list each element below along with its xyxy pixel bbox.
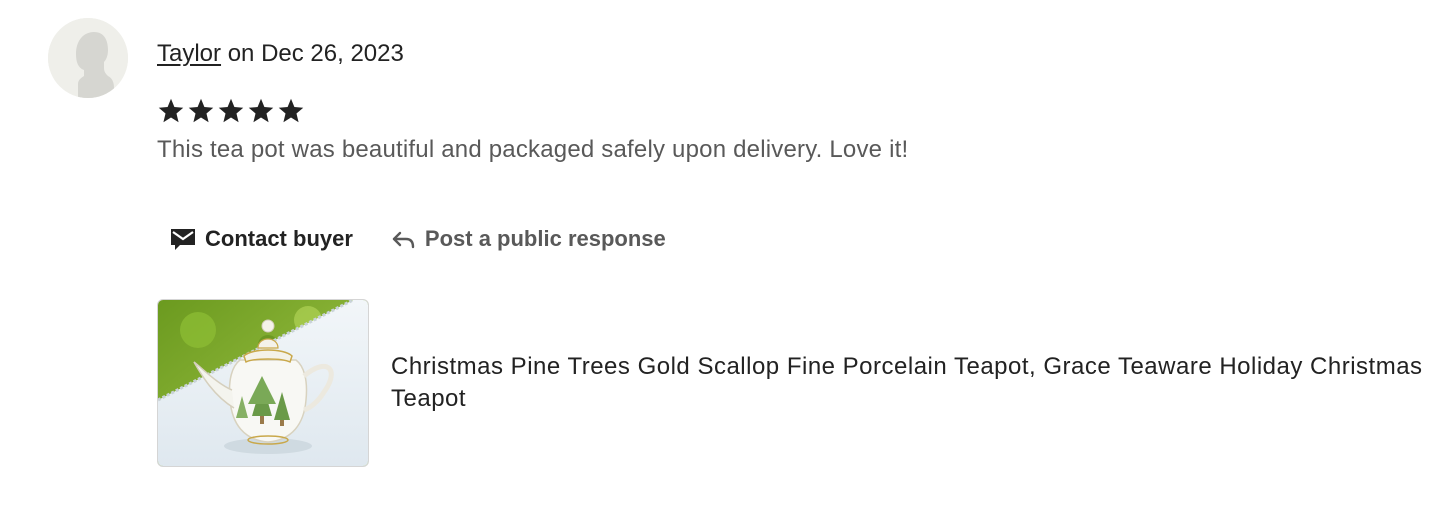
teapot-photo bbox=[158, 300, 368, 466]
contact-buyer-label: Contact buyer bbox=[205, 226, 353, 251]
review-actions: Contact buyer Post a public response bbox=[157, 218, 678, 260]
star-icon bbox=[188, 98, 214, 123]
avatar[interactable] bbox=[48, 18, 128, 98]
review-text: This tea pot was beautiful and packaged … bbox=[157, 136, 909, 163]
listing-thumbnail[interactable] bbox=[157, 299, 369, 467]
post-public-response-label: Post a public response bbox=[424, 226, 666, 251]
reply-arrow-icon bbox=[392, 231, 415, 249]
date-prefix: on bbox=[221, 40, 262, 67]
reviewer-name-link[interactable]: Taylor bbox=[157, 40, 221, 67]
star-icon bbox=[248, 98, 274, 123]
star-icon bbox=[278, 98, 304, 123]
star-rating bbox=[157, 96, 307, 126]
default-user-silhouette-icon bbox=[48, 18, 128, 98]
star-icon bbox=[218, 98, 244, 123]
listing-title-link[interactable]: Christmas Pine Trees Gold Scallop Fine P… bbox=[391, 351, 1431, 415]
contact-buyer-button[interactable]: Contact buyer bbox=[157, 218, 365, 260]
star-icon bbox=[158, 98, 184, 123]
review-date: Dec 26, 2023 bbox=[261, 40, 404, 67]
envelope-icon bbox=[171, 229, 195, 250]
post-public-response-button[interactable]: Post a public response bbox=[383, 218, 678, 260]
review-byline: Taylor on Dec 26, 2023 bbox=[157, 38, 404, 70]
purchased-listing: Christmas Pine Trees Gold Scallop Fine P… bbox=[157, 299, 1431, 467]
